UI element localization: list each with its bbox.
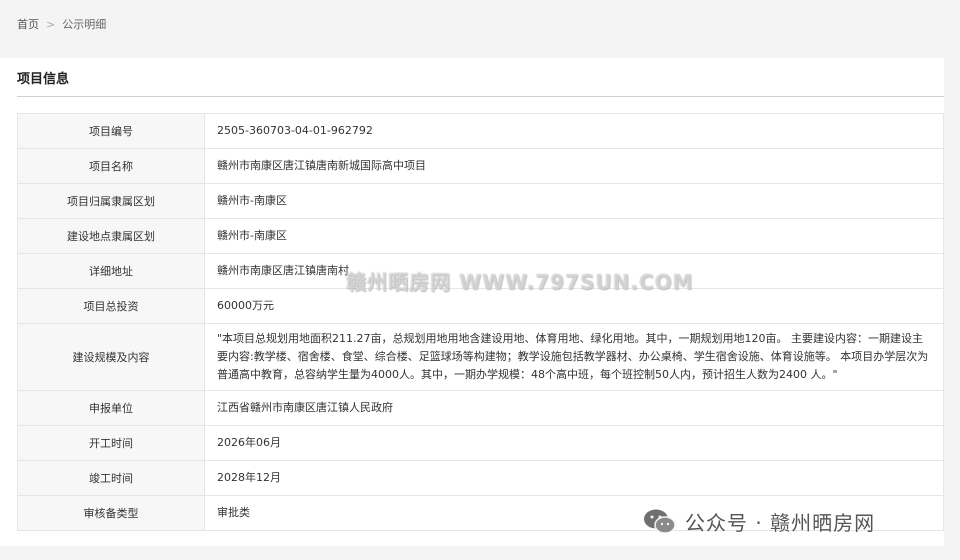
row-value-investment: 60000万元	[204, 288, 944, 324]
row-value-site-region: 赣州市-南康区	[204, 218, 944, 254]
table-row: 项目编号 2505-360703-04-01-962792	[17, 113, 944, 149]
project-info-table: 项目编号 2505-360703-04-01-962792 项目名称 赣州市南康…	[17, 113, 944, 531]
row-label-end-date: 竣工时间	[17, 460, 205, 496]
breadcrumb: 首页 > 公示明细	[17, 16, 106, 32]
table-row: 详细地址 赣州市南康区唐江镇唐南村	[17, 253, 944, 289]
row-value-applicant: 江西省赣州市南康区唐江镇人民政府	[204, 390, 944, 426]
row-label-project-name: 项目名称	[17, 148, 205, 184]
table-row: 项目归属隶属区划 赣州市-南康区	[17, 183, 944, 219]
row-label-start-date: 开工时间	[17, 425, 205, 461]
row-value-end-date: 2028年12月	[204, 460, 944, 496]
row-label-applicant: 申报单位	[17, 390, 205, 426]
table-row: 项目名称 赣州市南康区唐江镇唐南新城国际高中项目	[17, 148, 944, 184]
row-value-project-region: 赣州市-南康区	[204, 183, 944, 219]
row-label-scope: 建设规模及内容	[17, 323, 205, 391]
table-row: 申报单位 江西省赣州市南康区唐江镇人民政府	[17, 390, 944, 426]
breadcrumb-current: 公示明细	[62, 18, 107, 31]
table-row: 开工时间 2026年06月	[17, 425, 944, 461]
row-value-start-date: 2026年06月	[204, 425, 944, 461]
row-value-approval-type: 审批类	[204, 495, 944, 531]
project-info-card: 项目信息 项目编号 2505-360703-04-01-962792 项目名称 …	[0, 58, 944, 546]
row-label-investment: 项目总投资	[17, 288, 205, 324]
row-label-site-region: 建设地点隶属区划	[17, 218, 205, 254]
row-value-address: 赣州市南康区唐江镇唐南村	[204, 253, 944, 289]
row-value-scope: "本项目总规划用地面积211.27亩，总规划用地用地含建设用地、体育用地、绿化用…	[204, 323, 944, 391]
row-label-approval-type: 审核备类型	[17, 495, 205, 531]
breadcrumb-home-link[interactable]: 首页	[17, 16, 39, 32]
row-label-project-region: 项目归属隶属区划	[17, 183, 205, 219]
section-divider	[17, 96, 944, 97]
table-row: 建设规模及内容 "本项目总规划用地面积211.27亩，总规划用地用地含建设用地、…	[17, 323, 944, 391]
row-value-project-name: 赣州市南康区唐江镇唐南新城国际高中项目	[204, 148, 944, 184]
table-row: 建设地点隶属区划 赣州市-南康区	[17, 218, 944, 254]
table-row: 审核备类型 审批类	[17, 495, 944, 531]
breadcrumb-separator: >	[46, 17, 56, 31]
row-value-project-code: 2505-360703-04-01-962792	[204, 113, 944, 149]
table-row: 竣工时间 2028年12月	[17, 460, 944, 496]
section-title: 项目信息	[17, 72, 70, 87]
table-row: 项目总投资 60000万元	[17, 288, 944, 324]
row-label-address: 详细地址	[17, 253, 205, 289]
row-label-project-code: 项目编号	[17, 113, 205, 149]
